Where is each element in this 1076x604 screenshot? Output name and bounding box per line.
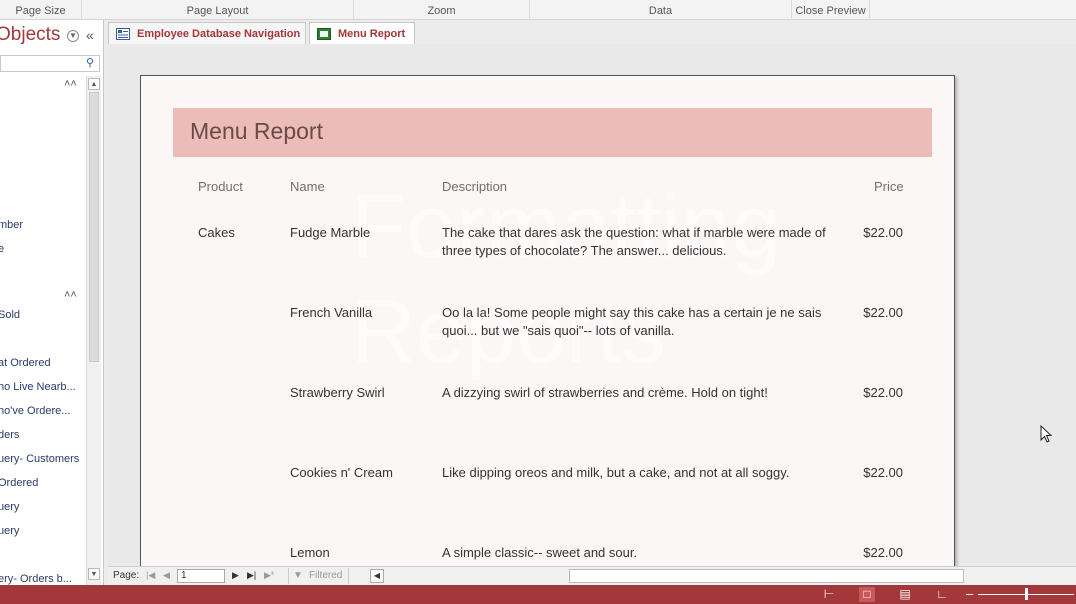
nav-item[interactable]: mber [0, 219, 23, 231]
ribbon-group-labels: Page Size Page Layout Zoom Data Close Pr… [0, 0, 1076, 20]
nav-pane-title[interactable]: Objects [0, 24, 60, 46]
report-icon [317, 28, 331, 40]
cell-name: Lemon [290, 545, 330, 560]
nav-item[interactable]: at Ordered [0, 357, 51, 369]
print-preview-view-icon[interactable]: □ [859, 587, 875, 602]
report-header-band: Menu Report [173, 108, 932, 157]
form-icon [116, 28, 130, 40]
cell-product: Cakes [198, 225, 235, 240]
nav-item[interactable]: uery- Customers [0, 453, 79, 465]
page-navigation-bar: Page: |◀ ◀ 1 ▶ ▶| ▶* ▼ Filtered ◀ [108, 566, 1076, 585]
tab-label: Employee Database Navigation [137, 28, 301, 40]
cell-description: A dizzying swirl of strawberries and crè… [442, 385, 768, 400]
nav-item[interactable]: ho Live Nearb... [0, 381, 76, 393]
nav-item[interactable]: Sold [0, 309, 20, 321]
chevron-down-icon[interactable]: ▼ [67, 30, 79, 42]
column-header-description: Description [442, 179, 508, 194]
cell-description: The cake that dares ask the question: wh… [442, 225, 826, 258]
next-page-icon[interactable]: ▶ [232, 570, 239, 581]
ribbon-group-zoom: Zoom [354, 0, 530, 20]
nav-item[interactable]: ho've Ordere... [0, 405, 70, 417]
cell-description: A simple classic-- sweet and sour. [442, 545, 638, 560]
collapse-group-icon[interactable]: ˄˄ [64, 78, 77, 90]
cell-name: Cookies n' Cream [290, 465, 393, 480]
tab-employee-database-navigation[interactable]: Employee Database Navigation [108, 22, 306, 44]
cell-price: $22.00 [863, 225, 903, 240]
layout-view-icon[interactable]: ▤ [897, 587, 913, 602]
print-preview-area[interactable]: Formatting Reports Menu Report Product N… [108, 44, 1076, 566]
nav-item[interactable]: uery [0, 501, 19, 513]
scroll-thumb[interactable] [89, 92, 99, 362]
horizontal-scrollbar[interactable] [569, 569, 964, 583]
cell-name: Strawberry Swirl [290, 385, 385, 400]
ribbon-group-close-preview: Close Preview [792, 0, 870, 20]
cell-price: $22.00 [863, 305, 903, 320]
tab-menu-report[interactable]: Menu Report [309, 22, 415, 44]
nav-item[interactable]: ders [0, 429, 19, 441]
page-number-input[interactable]: 1 [177, 569, 225, 583]
scroll-left-icon[interactable]: ◀ [370, 569, 384, 583]
nav-item[interactable]: ery- Orders b... [0, 573, 72, 585]
collapse-group-icon[interactable]: ˄˄ [64, 289, 77, 301]
page-label: Page: [113, 570, 140, 581]
document-tabs: Employee Database Navigation Menu Report [108, 20, 1076, 44]
report-page: Formatting Reports Menu Report Product N… [140, 75, 955, 566]
column-header-name: Name [290, 179, 325, 194]
filter-status[interactable]: Filtered [288, 568, 350, 584]
nav-scrollbar[interactable]: ▲ ▼ [86, 76, 101, 585]
ribbon-group-page-size: Page Size [0, 0, 82, 20]
nav-item[interactable]: Ordered [0, 477, 38, 489]
last-page-icon[interactable]: ▶| [247, 570, 256, 581]
zoom-out-icon[interactable]: – [966, 586, 973, 601]
cell-price: $22.00 [863, 465, 903, 480]
nav-item[interactable]: e [0, 243, 4, 255]
report-view-icon[interactable]: ⊢ [821, 587, 837, 602]
search-icon[interactable]: ⚲ [81, 56, 99, 71]
status-bar: ⊢ □ ▤ ∟ – [0, 585, 1076, 604]
nav-item[interactable]: uery [0, 525, 19, 537]
zoom-slider-thumb[interactable] [1025, 588, 1028, 600]
first-page-icon[interactable]: |◀ [146, 570, 155, 581]
column-header-price: Price [874, 179, 904, 194]
ribbon-group-page-layout: Page Layout [82, 0, 354, 20]
scroll-up-icon[interactable]: ▲ [88, 78, 100, 90]
new-record-icon[interactable]: ▶* [264, 570, 274, 581]
ribbon-group-data: Data [530, 0, 792, 20]
tab-label: Menu Report [338, 28, 406, 40]
navigation-pane: Objects ▼ « ⚲ ˄˄ mber e ˄˄ Sold at Order… [0, 20, 104, 585]
cell-description: Oo la la! Some people might say this cak… [442, 305, 822, 338]
column-header-product: Product [198, 179, 243, 194]
cell-description: Like dipping oreos and milk, but a cake,… [442, 465, 790, 480]
previous-page-icon[interactable]: ◀ [163, 570, 170, 581]
cell-name: Fudge Marble [290, 225, 371, 240]
cell-price: $22.00 [863, 545, 903, 560]
design-view-icon[interactable]: ∟ [934, 587, 950, 602]
scroll-down-icon[interactable]: ▼ [88, 568, 100, 580]
mouse-cursor-icon [1040, 425, 1052, 443]
collapse-pane-icon[interactable]: « [86, 27, 94, 43]
report-title: Menu Report [190, 118, 323, 144]
cell-price: $22.00 [863, 385, 903, 400]
cell-name: French Vanilla [290, 305, 373, 320]
